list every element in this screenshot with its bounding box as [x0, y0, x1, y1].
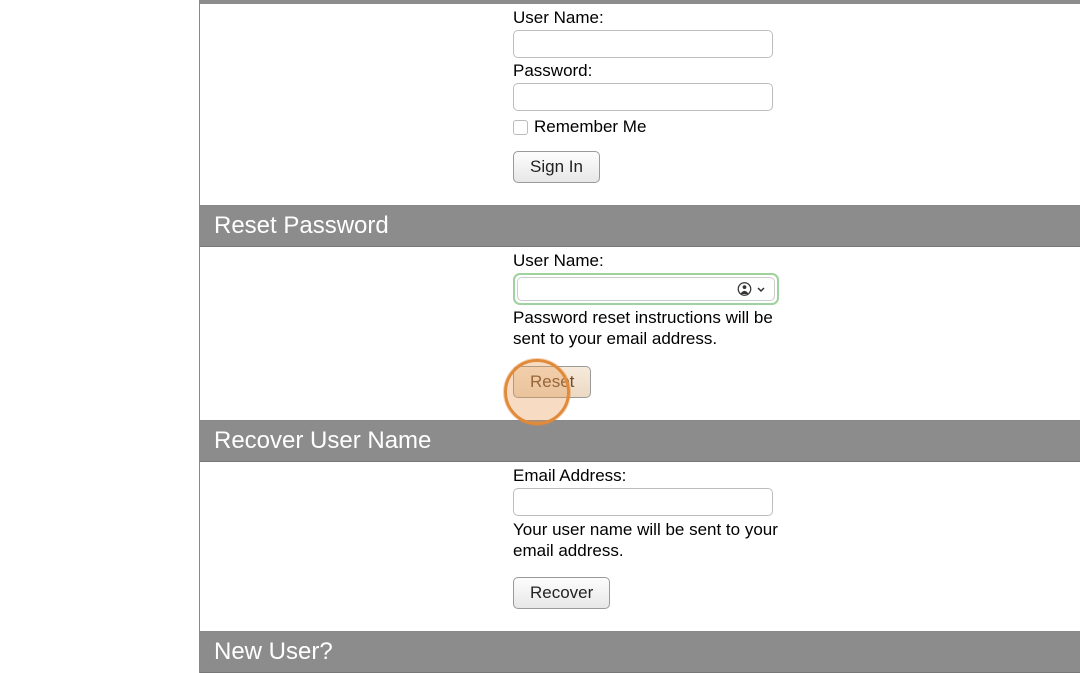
signin-password-label: Password: [513, 61, 783, 81]
recover-username-body: Email Address: Your user name will be se… [200, 462, 1080, 632]
recover-desc: Your user name will be sent to your emai… [513, 519, 783, 562]
reset-password-body: User Name: [200, 247, 1080, 420]
signin-username-label: User Name: [513, 8, 783, 28]
signin-body: User Name: Password: Remember Me Sign In [200, 4, 1080, 205]
recover-email-input[interactable] [513, 488, 773, 516]
recover-button[interactable]: Recover [513, 577, 610, 609]
new-user-header: New User? [200, 632, 1080, 673]
signin-password-input[interactable] [513, 83, 773, 111]
signin-button[interactable]: Sign In [513, 151, 600, 183]
signin-username-input[interactable] [513, 30, 773, 58]
recover-email-label: Email Address: [513, 466, 783, 486]
reset-desc: Password reset instructions will be sent… [513, 307, 783, 350]
reset-username-label: User Name: [513, 251, 783, 271]
remember-me-label: Remember Me [534, 117, 646, 137]
recover-username-header: Recover User Name [200, 421, 1080, 462]
reset-username-input[interactable] [517, 277, 775, 301]
remember-me-checkbox[interactable] [513, 120, 528, 135]
reset-button[interactable]: Reset [513, 366, 591, 398]
reset-password-header: Reset Password [200, 206, 1080, 247]
